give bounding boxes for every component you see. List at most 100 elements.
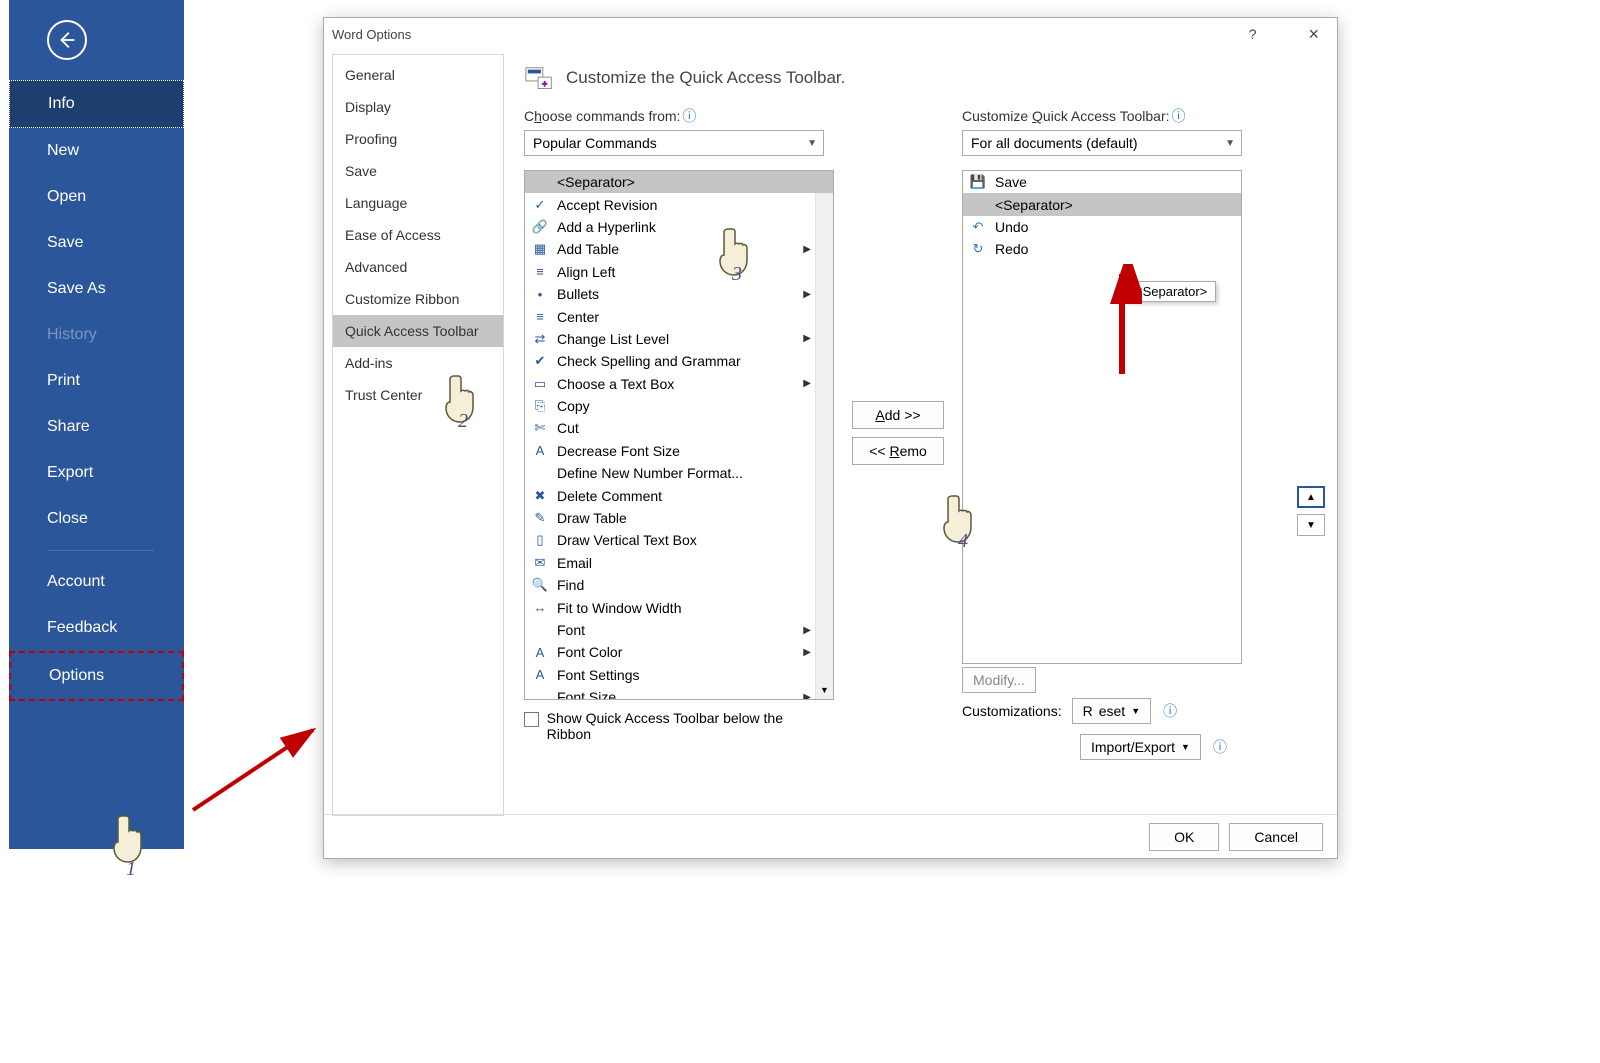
import-export-button[interactable]: Import/Export ▼ bbox=[1080, 734, 1201, 760]
command-item[interactable]: ⎘ Copy bbox=[525, 395, 833, 417]
qat-listbox[interactable]: 💾Save<Separator>↶Undo↻Redo bbox=[962, 170, 1242, 664]
command-item[interactable]: ✉ Email bbox=[525, 552, 833, 574]
command-item[interactable]: • Bullets ▶ bbox=[525, 283, 833, 305]
backstage-item-export[interactable]: Export bbox=[9, 450, 184, 496]
command-label: Add Table bbox=[557, 241, 619, 257]
command-item[interactable]: ✄Cut bbox=[525, 417, 833, 439]
choose-commands-dropdown[interactable]: Popular Commands▼ bbox=[524, 130, 824, 156]
command-item[interactable]: Font Size▶ bbox=[525, 686, 833, 700]
backstage-item-print[interactable]: Print bbox=[9, 358, 184, 404]
info-icon[interactable]: ⓘ bbox=[1172, 108, 1186, 124]
command-item[interactable]: <Separator> bbox=[525, 171, 833, 193]
customize-qat-dropdown[interactable]: For all documents (default)▼ bbox=[962, 130, 1242, 156]
command-item[interactable]: ≡Center bbox=[525, 305, 833, 327]
command-icon: ✖ bbox=[531, 487, 549, 505]
backstage-item-new[interactable]: New bbox=[9, 128, 184, 174]
category-general[interactable]: General bbox=[333, 59, 503, 91]
category-customize-ribbon[interactable]: Customize Ribbon bbox=[333, 283, 503, 315]
command-item[interactable]: ✖Delete Comment bbox=[525, 484, 833, 506]
backstage-item-account[interactable]: Account bbox=[9, 559, 184, 605]
backstage-item-save-as[interactable]: Save As bbox=[9, 266, 184, 312]
show-below-ribbon-checkbox[interactable] bbox=[524, 712, 539, 727]
submenu-icon: ▶ bbox=[803, 378, 811, 389]
qat-item[interactable]: 💾Save bbox=[963, 171, 1241, 193]
backstage-item-info[interactable]: Info bbox=[9, 80, 184, 128]
command-icon bbox=[531, 621, 549, 639]
annotation-arrow bbox=[183, 710, 333, 830]
command-item[interactable]: 🔍Find bbox=[525, 574, 833, 596]
modify-button[interactable]: Modify... bbox=[962, 667, 1036, 693]
submenu-icon: ▶ bbox=[803, 289, 811, 300]
command-item[interactable]: Font▶ bbox=[525, 619, 833, 641]
qat-item-icon: ↶ bbox=[969, 218, 987, 236]
help-button[interactable]: ? bbox=[1243, 26, 1263, 42]
command-item[interactable]: ✓Accept Revision bbox=[525, 193, 833, 215]
category-ease-of-access[interactable]: Ease of Access bbox=[333, 219, 503, 251]
command-item[interactable]: ⇄Change List Level▶ bbox=[525, 328, 833, 350]
ok-button[interactable]: OK bbox=[1149, 823, 1219, 851]
close-button[interactable]: × bbox=[1302, 24, 1325, 45]
command-label: Email bbox=[557, 555, 592, 571]
command-item[interactable]: ✎Draw Table bbox=[525, 507, 833, 529]
back-button[interactable] bbox=[47, 20, 87, 60]
backstage-item-options[interactable]: Options bbox=[9, 651, 184, 701]
command-icon: • bbox=[531, 285, 549, 303]
command-label: Bullets bbox=[557, 286, 599, 302]
category-display[interactable]: Display bbox=[333, 91, 503, 123]
command-item[interactable]: ▯Draw Vertical Text Box bbox=[525, 529, 833, 551]
backstage-item-open[interactable]: Open bbox=[9, 174, 184, 220]
chevron-down-icon: ▼ bbox=[1225, 138, 1235, 149]
qat-item[interactable]: <Separator> bbox=[963, 193, 1241, 215]
remove-button[interactable]: << Remo bbox=[852, 437, 944, 465]
category-add-ins[interactable]: Add-ins bbox=[333, 347, 503, 379]
backstage-item-history[interactable]: History bbox=[9, 312, 184, 358]
backstage-item-share[interactable]: Share bbox=[9, 404, 184, 450]
backstage-item-feedback[interactable]: Feedback bbox=[9, 605, 184, 651]
command-item[interactable]: 🔗Add a Hyperlink bbox=[525, 216, 833, 238]
qat-item-label: Redo bbox=[995, 241, 1028, 257]
category-advanced[interactable]: Advanced bbox=[333, 251, 503, 283]
separator-tooltip: <Separator> bbox=[1126, 281, 1216, 302]
command-label: Font Size bbox=[557, 689, 616, 700]
command-item[interactable]: ADecrease Font Size bbox=[525, 440, 833, 462]
command-item[interactable]: ✔Check Spelling and Grammar bbox=[525, 350, 833, 372]
command-item[interactable]: AFont Settings bbox=[525, 664, 833, 686]
category-language[interactable]: Language bbox=[333, 187, 503, 219]
choose-label: Choose commands from:ⓘ bbox=[524, 106, 834, 126]
category-quick-access-toolbar[interactable]: Quick Access Toolbar bbox=[333, 315, 503, 347]
info-icon[interactable]: ⓘ bbox=[1163, 701, 1177, 721]
reset-button[interactable]: Reset ▼ bbox=[1072, 698, 1152, 724]
category-trust-center[interactable]: Trust Center bbox=[333, 379, 503, 411]
qat-item[interactable]: ↶Undo bbox=[963, 216, 1241, 238]
command-icon: ⎘ bbox=[531, 397, 549, 415]
backstage-item-save[interactable]: Save bbox=[9, 220, 184, 266]
arrow-left-icon bbox=[56, 29, 78, 51]
command-item[interactable]: ↔Fit to Window Width bbox=[525, 596, 833, 618]
add-button[interactable]: Add >> bbox=[852, 401, 944, 429]
command-label: Font Settings bbox=[557, 667, 640, 683]
backstage-item-close[interactable]: Close bbox=[9, 496, 184, 542]
commands-listbox[interactable]: ▲ ▼ <Separator>✓Accept Revision🔗Add a Hy… bbox=[524, 170, 834, 700]
command-icon bbox=[531, 464, 549, 482]
move-down-button[interactable]: ▼ bbox=[1297, 514, 1325, 536]
command-label: Copy bbox=[557, 398, 590, 414]
category-save[interactable]: Save bbox=[333, 155, 503, 187]
command-item[interactable]: AFont Color▶ bbox=[525, 641, 833, 663]
category-proofing[interactable]: Proofing bbox=[333, 123, 503, 155]
command-icon: ✉ bbox=[531, 554, 549, 572]
command-item[interactable]: ▭Choose a Text Box▶ bbox=[525, 373, 833, 395]
command-label: Font Color bbox=[557, 644, 622, 660]
command-label: Find bbox=[557, 577, 584, 593]
command-item[interactable]: ≡Align Left bbox=[525, 261, 833, 283]
info-icon[interactable]: ⓘ bbox=[1213, 737, 1227, 757]
cancel-button[interactable]: Cancel bbox=[1229, 823, 1323, 851]
category-list: GeneralDisplayProofingSaveLanguageEase o… bbox=[332, 54, 504, 816]
command-item[interactable]: ▦Add Table▶ bbox=[525, 238, 833, 260]
command-icon: ↔ bbox=[531, 599, 549, 617]
qat-item[interactable]: ↻Redo bbox=[963, 238, 1241, 260]
move-up-button[interactable]: ▲ bbox=[1297, 486, 1325, 508]
command-item[interactable]: Define New Number Format... bbox=[525, 462, 833, 484]
submenu-icon: ▶ bbox=[803, 244, 811, 255]
info-icon[interactable]: ⓘ bbox=[682, 108, 696, 124]
command-icon: ≡ bbox=[531, 308, 549, 326]
